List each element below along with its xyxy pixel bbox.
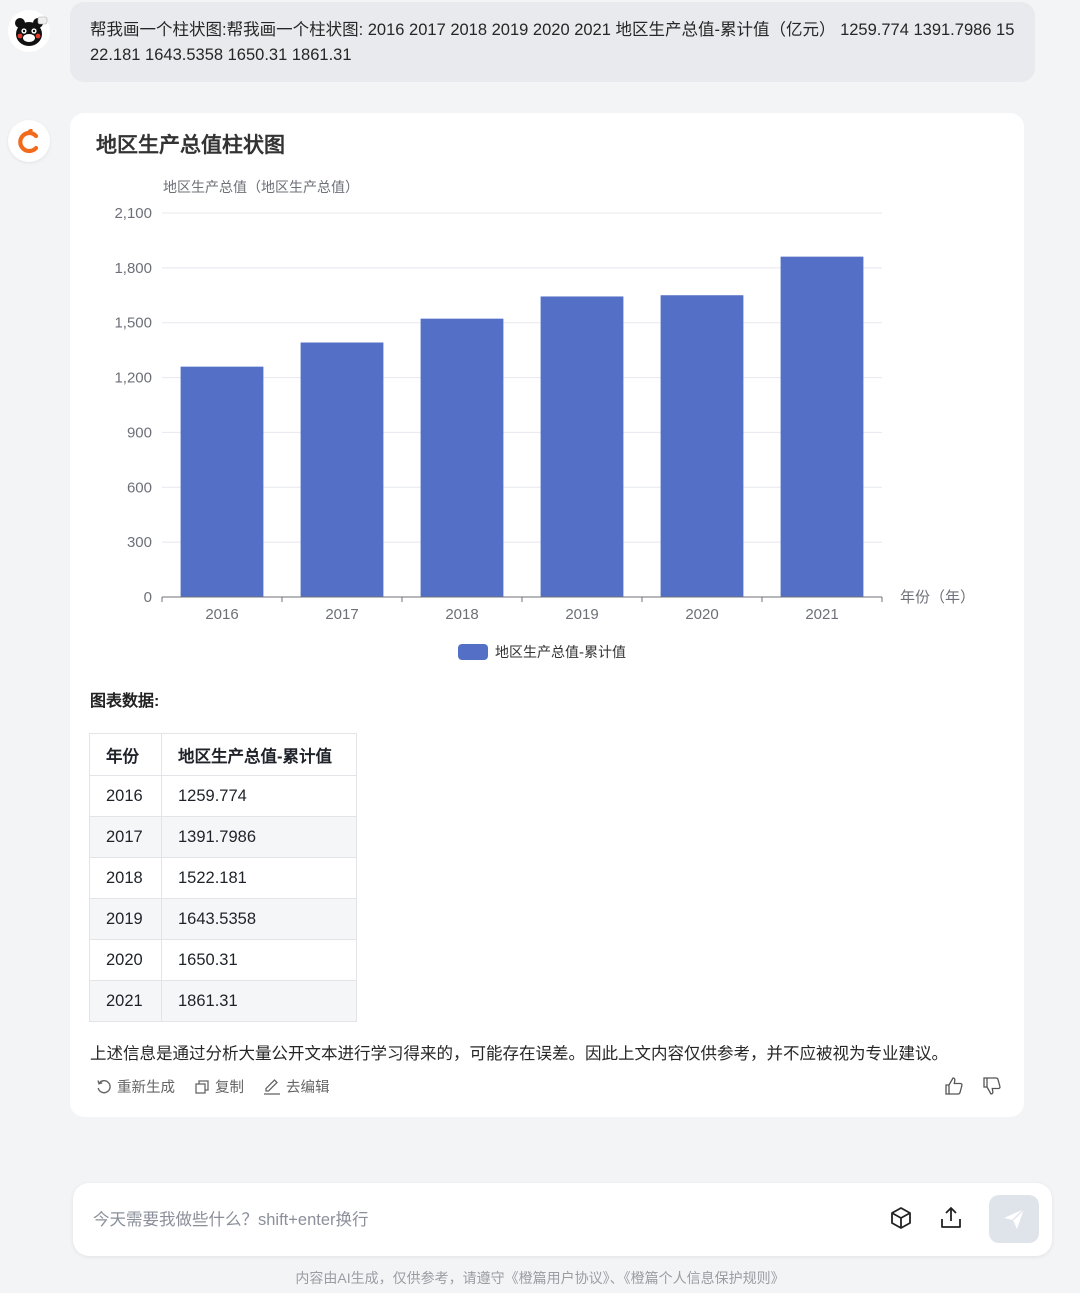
table-cell-value: 1861.31 [161,980,357,1022]
table-heading: 图表数据: [90,693,160,710]
regenerate-label: 重新生成 [117,1080,175,1096]
x-tick-label: 2021 [805,606,838,623]
chart-data-table: 年份 地区生产总值-累计值 2016 1259.774 2017 1391.79… [89,733,357,1022]
table-header-row: 年份 地区生产总值-累计值 [89,733,357,776]
y-tick-label: 1,800 [114,260,152,277]
chat-input[interactable] [91,1203,855,1237]
footer-notice: 内容由AI生成，仅供参考，请遵守《橙篇用户协议》、《橙篇个人信息保护规则》 [295,1270,785,1286]
legend-swatch [458,644,488,660]
paper-plane-icon [1004,1208,1025,1229]
edit-button[interactable]: 去编辑 [262,1076,330,1097]
pencil-icon [264,1078,280,1095]
refresh-icon [97,1079,111,1093]
thumbs-down-icon [983,1077,1001,1095]
edit-label: 去编辑 [286,1080,330,1096]
bar [540,296,624,597]
thumbs-up-icon [945,1077,963,1095]
table-cell-year: 2021 [89,980,162,1022]
table-row: 2016 1259.774 [89,775,357,817]
table-cell-year: 2016 [89,775,162,817]
y-tick-label: 600 [127,479,152,496]
table-row: 2020 1650.31 [89,939,357,981]
x-tick-label: 2017 [325,606,358,623]
y-axis-title: 地区生产总值（地区生产总值） [163,180,359,196]
bar [300,342,384,597]
table-header-year: 年份 [89,733,162,776]
table-cell-value: 1391.7986 [161,816,357,858]
bar [420,318,504,597]
table-cell-year: 2019 [89,898,162,940]
disclaimer-text: 上述信息是通过分析大量公开文本进行学习得来的，可能存在误差。因此上文内容仅供参考… [90,1045,948,1063]
y-tick-label: 1,200 [114,370,152,387]
table-row: 2018 1522.181 [89,857,357,899]
x-tick-label: 2019 [565,606,598,623]
bar [180,366,264,597]
bear-avatar-icon [15,16,48,46]
bar-chart: 0 300 600 900 1,200 1,500 1,800 2,100 地区生产总值（地区生… [114,180,975,661]
user-message-text: 帮我画一个柱状图:帮我画一个柱状图: 2016 2017 2018 2019 2… [90,21,1015,64]
x-tick-label: 2016 [205,606,238,623]
upload-button[interactable] [938,1205,964,1236]
x-tick-label: 2018 [445,606,478,623]
table-cell-year: 2018 [89,857,162,899]
table-cell-value: 1650.31 [161,939,357,981]
bot-avatar [8,120,50,162]
x-tick-label: 2020 [685,606,718,623]
copy-label: 复制 [215,1080,244,1096]
y-tick-label: 300 [127,534,152,551]
table-cell-year: 2020 [89,939,162,981]
regenerate-button[interactable]: 重新生成 [95,1076,175,1097]
bot-response-card: 地区生产总值柱状图 0 300 600 900 1,200 1,500 1,800 2,100… [70,113,1024,1117]
table-row: 2021 1861.31 [89,980,357,1022]
send-button[interactable] [989,1195,1039,1243]
feedback-buttons [944,1076,1002,1096]
response-actions: 重新生成 复制 去编辑 [95,1076,330,1097]
y-tick-label: 900 [127,424,152,441]
table-cell-value: 1643.5358 [161,898,357,940]
table-row: 2019 1643.5358 [89,898,357,940]
cube-icon [891,1207,911,1229]
copy-button[interactable]: 复制 [193,1076,244,1097]
orange-logo-icon [18,128,39,154]
user-avatar [8,10,50,52]
table-cell-value: 1522.181 [161,857,357,899]
bar [660,295,744,597]
copy-icon [195,1079,209,1094]
legend-label: 地区生产总值-累计值 [495,645,626,661]
chat-input-box [73,1183,1052,1256]
y-tick-label: 2,100 [114,205,152,222]
x-axis-title: 年份（年） [900,588,975,606]
upload-icon [941,1207,961,1228]
chart-heading: 地区生产总值柱状图 [96,134,285,157]
cube-button[interactable] [888,1205,914,1236]
table-cell-year: 2017 [89,816,162,858]
user-message-bubble: 帮我画一个柱状图:帮我画一个柱状图: 2016 2017 2018 2019 2… [70,2,1035,82]
bar [780,256,864,597]
y-tick-label: 1,500 [114,315,152,332]
y-tick-label: 0 [144,589,152,606]
table-cell-value: 1259.774 [161,775,357,817]
table-header-value: 地区生产总值-累计值 [161,733,357,776]
thumbs-up-button[interactable] [944,1076,964,1096]
thumbs-down-button[interactable] [982,1076,1002,1096]
table-row: 2017 1391.7986 [89,816,357,858]
